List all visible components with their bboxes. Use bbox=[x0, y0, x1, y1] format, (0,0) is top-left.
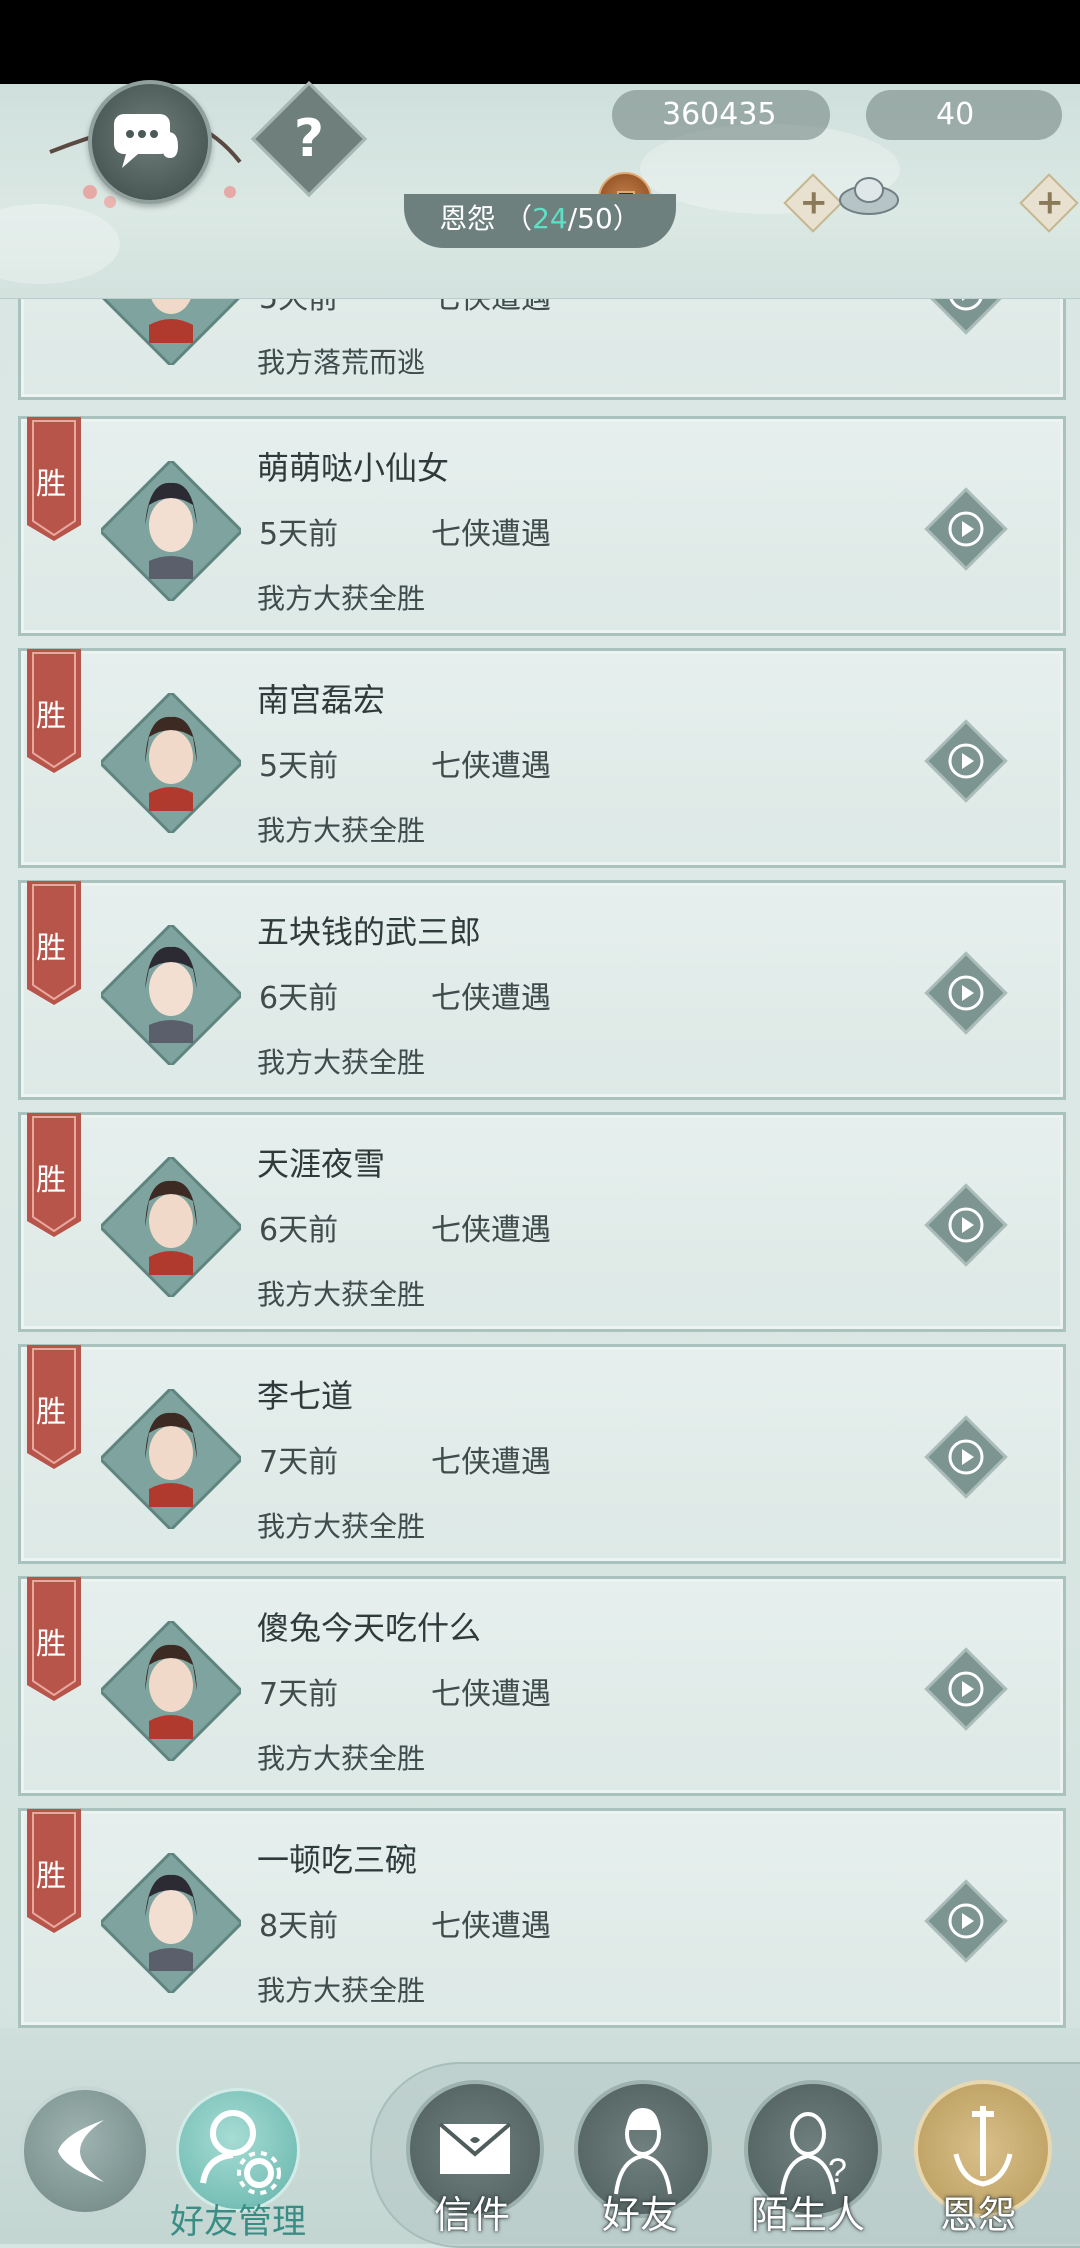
list-item: 胜 南宫磊宏 5天前 七侠遭遇 我方大获全胜 bbox=[18, 648, 1066, 868]
avatar bbox=[101, 1853, 241, 1993]
back-button[interactable] bbox=[20, 2086, 150, 2216]
ingot-currency: 40 bbox=[866, 90, 1062, 140]
record-result: 我方大获全胜 bbox=[257, 1974, 426, 2007]
replay-button[interactable] bbox=[924, 298, 1008, 335]
replay-button[interactable] bbox=[924, 719, 1008, 803]
win-tag-label: 胜 bbox=[36, 699, 66, 734]
page-title: 恩怨 （24/50） bbox=[404, 194, 676, 248]
tab-mail-label: 信件 bbox=[433, 2193, 510, 2237]
opponent-name: 五块钱的武三郎 bbox=[257, 913, 482, 951]
title-label: 恩怨 （ bbox=[439, 202, 533, 235]
opponent-name: 天涯夜雪 bbox=[257, 1145, 386, 1183]
list-item: 胜 傻兔今天吃什么 7天前 七侠遭遇 我方大获全胜 bbox=[18, 1576, 1066, 1796]
win-tag-label: 胜 bbox=[36, 1859, 66, 1894]
help-button[interactable]: ? bbox=[251, 81, 367, 197]
record-mode: 七侠遭遇 bbox=[431, 1677, 551, 1712]
record-result: 我方大获全胜 bbox=[257, 582, 426, 615]
friend-manage-icon bbox=[200, 2110, 281, 2195]
record-time: 8天前 bbox=[259, 1909, 339, 1944]
record-mode: 七侠遭遇 bbox=[431, 981, 551, 1016]
help-icon: ? bbox=[293, 109, 325, 169]
add-ingot-button[interactable]: + bbox=[1019, 173, 1079, 233]
avatar bbox=[101, 1389, 241, 1529]
avatar bbox=[101, 1621, 241, 1761]
avatar bbox=[101, 925, 241, 1065]
title-count: 24 bbox=[532, 202, 568, 235]
record-time: 7天前 bbox=[259, 1677, 339, 1712]
record-result: 我方大获全胜 bbox=[257, 1278, 426, 1311]
coin-amount: 360435 bbox=[662, 97, 777, 132]
record-time: 5天前 bbox=[259, 298, 339, 316]
record-result: 我方落荒而逃 bbox=[257, 346, 426, 379]
replay-button[interactable] bbox=[924, 1415, 1008, 1499]
coin-currency: 360435 bbox=[612, 90, 830, 140]
record-result: 我方大获全胜 bbox=[257, 814, 426, 847]
tab-friends-label: 好友 bbox=[601, 2193, 678, 2237]
list-item: 胜 一顿吃三碗 8天前 七侠遭遇 我方大获全胜 bbox=[18, 1808, 1066, 2028]
replay-button[interactable] bbox=[924, 1647, 1008, 1731]
record-time: 6天前 bbox=[259, 1213, 339, 1248]
list-item: 胜 五块钱的武三郎 6天前 七侠遭遇 我方大获全胜 bbox=[18, 880, 1066, 1100]
top-header: ? 360435 + 40 + 恩怨 （24/50） bbox=[0, 80, 1080, 299]
record-mode: 七侠遭遇 bbox=[431, 1213, 551, 1248]
back-icon bbox=[58, 2120, 104, 2182]
win-tag-label: 胜 bbox=[36, 1395, 66, 1430]
tab-grudges-label: 恩怨 bbox=[939, 2193, 1016, 2237]
win-tag-label: 胜 bbox=[36, 1627, 66, 1662]
record-mode: 七侠遭遇 bbox=[431, 298, 551, 316]
list-item: 胜 李七道 7天前 七侠遭遇 我方大获全胜 bbox=[18, 1344, 1066, 1564]
opponent-name: 一顿吃三碗 bbox=[257, 1841, 418, 1879]
plus-icon: + bbox=[1035, 182, 1064, 223]
opponent-name: 萌萌哒小仙女 bbox=[257, 449, 450, 487]
chat-button[interactable] bbox=[88, 80, 212, 204]
record-time: 6天前 bbox=[259, 981, 339, 1016]
record-mode: 七侠遭遇 bbox=[431, 749, 551, 784]
replay-button[interactable] bbox=[924, 487, 1008, 571]
avatar bbox=[101, 461, 241, 601]
avatar bbox=[101, 693, 241, 833]
replay-button[interactable] bbox=[924, 1879, 1008, 1963]
record-result: 我方大获全胜 bbox=[257, 1510, 426, 1543]
record-mode: 七侠遭遇 bbox=[431, 1909, 551, 1944]
ingot-icon bbox=[839, 177, 899, 215]
list-item: 胜 天涯夜雪 6天前 七侠遭遇 我方大获全胜 bbox=[18, 1112, 1066, 1332]
friend-manage-label: 好友管理 bbox=[170, 2202, 306, 2242]
list-item: 胜 萌萌哒小仙女 5天前 七侠遭遇 我方大获全胜 bbox=[18, 416, 1066, 636]
record-result: 我方大获全胜 bbox=[257, 1742, 426, 1775]
record-mode: 七侠遭遇 bbox=[431, 1445, 551, 1480]
record-result: 我方大获全胜 bbox=[257, 1046, 426, 1079]
bottom-bar: 好友管理 信件 好友 ? 陌生人 恩怨 bbox=[0, 2028, 1080, 2248]
list-item: 5天前 七侠遭遇 我方落荒而逃 bbox=[18, 298, 1066, 400]
record-time: 5天前 bbox=[259, 749, 339, 784]
ingot-amount: 40 bbox=[936, 97, 975, 132]
cloud-decoration bbox=[0, 204, 120, 284]
opponent-name: 傻兔今天吃什么 bbox=[257, 1609, 482, 1647]
record-mode: 七侠遭遇 bbox=[431, 517, 551, 552]
title-total: /50） bbox=[567, 202, 641, 235]
status-bar bbox=[0, 0, 1080, 84]
tab-strangers-label: 陌生人 bbox=[750, 2193, 865, 2237]
record-time: 7天前 bbox=[259, 1445, 339, 1480]
win-tag-label: 胜 bbox=[36, 467, 66, 502]
replay-button[interactable] bbox=[924, 951, 1008, 1035]
chat-icon bbox=[114, 114, 178, 168]
record-time: 5天前 bbox=[259, 517, 339, 552]
opponent-name: 南宫磊宏 bbox=[257, 681, 386, 719]
replay-button[interactable] bbox=[924, 1183, 1008, 1267]
win-tag-label: 胜 bbox=[36, 1163, 66, 1198]
win-tag-label: 胜 bbox=[36, 931, 66, 966]
avatar bbox=[101, 298, 241, 365]
opponent-name: 李七道 bbox=[257, 1377, 354, 1415]
avatar bbox=[101, 1157, 241, 1297]
plus-icon: + bbox=[799, 182, 828, 223]
grudge-record-list[interactable]: 5天前 七侠遭遇 我方落荒而逃 胜 萌萌哒小仙女 5天前 七侠遭遇 我方大获全胜 bbox=[0, 298, 1080, 2028]
